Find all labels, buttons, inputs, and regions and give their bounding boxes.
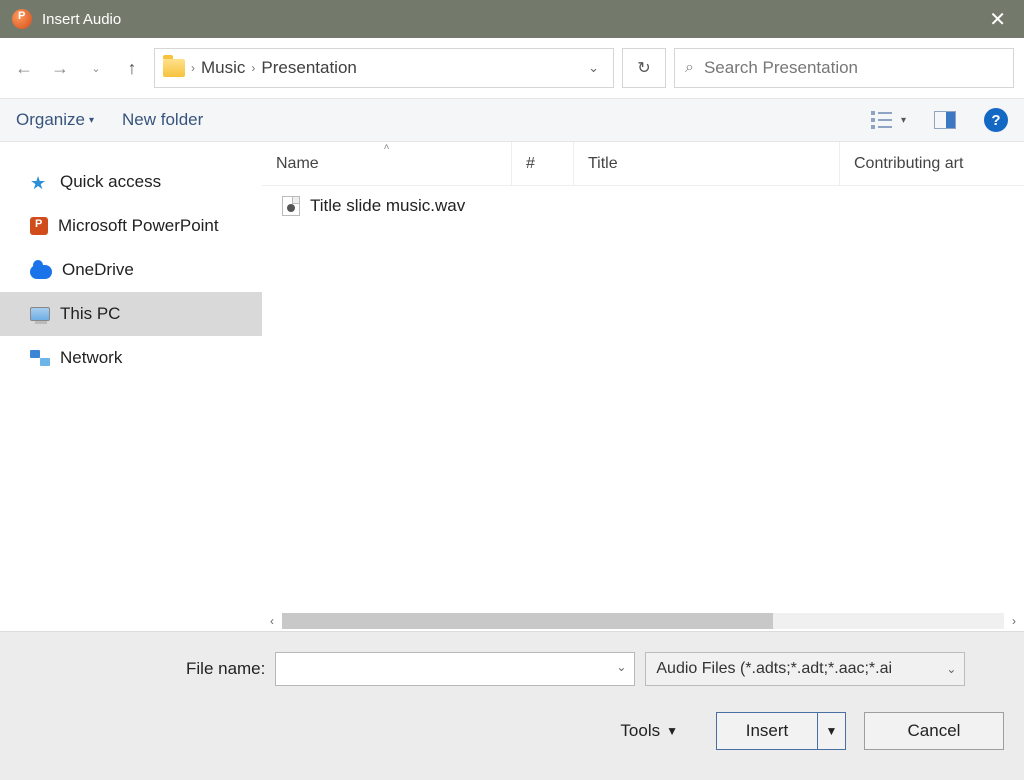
address-bar-row: ← → ⌄ ↑ › Music › Presentation ⌄ ↻ ⌕ Sea… [0, 38, 1024, 98]
up-button[interactable]: ↑ [118, 54, 146, 82]
column-label: # [526, 155, 535, 173]
breadcrumb-segment[interactable]: Music [201, 58, 245, 78]
scroll-left-icon[interactable]: ‹ [262, 614, 282, 628]
chevron-right-icon: › [251, 61, 255, 75]
insert-button[interactable]: Insert ▼ [716, 712, 846, 750]
chevron-down-icon: ▾ [89, 115, 94, 126]
insert-label: Insert [746, 721, 789, 741]
footer: File name: ⌄ Audio Files (*.adts;*.adt;*… [0, 632, 1024, 780]
tools-menu[interactable]: Tools ▼ [620, 721, 678, 741]
powerpoint-icon [30, 217, 48, 235]
scroll-thumb[interactable] [282, 613, 773, 629]
search-input[interactable]: ⌕ Search Presentation [674, 48, 1014, 88]
column-headers: ˄ Name # Title Contributing art [262, 142, 1024, 186]
folder-icon [163, 59, 185, 77]
window-title: Insert Audio [42, 11, 121, 28]
sidebar-item-label: This PC [60, 304, 120, 324]
file-type-label: Audio Files (*.adts;*.adt;*.aac;*.ai [656, 660, 892, 678]
sidebar-item-label: Microsoft PowerPoint [58, 216, 219, 236]
file-name-label: File name: [186, 659, 265, 679]
back-button[interactable]: ← [10, 54, 38, 82]
sidebar-item-this-pc[interactable]: This PC [0, 292, 262, 336]
column-label: Name [276, 155, 319, 173]
cancel-label: Cancel [908, 721, 961, 741]
column-label: Contributing art [854, 155, 963, 173]
chevron-down-icon[interactable]: ⌄ [616, 660, 626, 674]
file-name: Title slide music.wav [310, 196, 465, 216]
column-header-name[interactable]: ˄ Name [262, 142, 512, 185]
recent-locations-dropdown[interactable]: ⌄ [82, 54, 110, 82]
organize-menu[interactable]: Organize ▾ [16, 110, 94, 130]
file-list[interactable]: Title slide music.wav [262, 186, 1024, 611]
sidebar-item-network[interactable]: Network [0, 336, 262, 380]
chevron-down-icon: ▼ [666, 724, 678, 738]
file-type-filter[interactable]: Audio Files (*.adts;*.adt;*.aac;*.ai ⌄ [645, 652, 965, 686]
new-folder-button[interactable]: New folder [122, 110, 203, 130]
close-icon[interactable]: ✕ [983, 7, 1012, 32]
breadcrumb-segment[interactable]: Presentation [261, 58, 356, 78]
list-item[interactable]: Title slide music.wav [262, 186, 1024, 226]
chevron-down-icon: ▾ [901, 115, 906, 126]
toolbar: Organize ▾ New folder ▾ ? [0, 98, 1024, 142]
search-placeholder: Search Presentation [704, 58, 858, 78]
tools-label: Tools [620, 721, 660, 741]
refresh-button[interactable]: ↻ [622, 48, 666, 88]
sidebar-item-label: Network [60, 348, 122, 368]
chevron-down-icon: ⌄ [946, 662, 956, 676]
view-options-button[interactable]: ▾ [871, 111, 906, 129]
sidebar-item-label: Quick access [60, 172, 161, 192]
file-name-input[interactable]: ⌄ [275, 652, 635, 686]
monitor-icon [30, 307, 50, 321]
insert-split-dropdown[interactable]: ▼ [817, 713, 845, 749]
horizontal-scrollbar[interactable]: ‹ › [262, 611, 1024, 631]
network-icon [30, 350, 50, 366]
cancel-button[interactable]: Cancel [864, 712, 1004, 750]
sidebar-item-powerpoint[interactable]: Microsoft PowerPoint [0, 204, 262, 248]
star-icon: ★ [30, 173, 50, 191]
audio-file-icon [282, 196, 300, 216]
column-header-number[interactable]: # [512, 142, 574, 185]
main-area: ★ Quick access Microsoft PowerPoint OneD… [0, 142, 1024, 632]
sidebar-item-onedrive[interactable]: OneDrive [0, 248, 262, 292]
breadcrumb[interactable]: › Music › Presentation ⌄ [154, 48, 614, 88]
column-header-title[interactable]: Title [574, 142, 840, 185]
search-icon: ⌕ [685, 59, 694, 77]
column-label: Title [588, 155, 618, 173]
sidebar: ★ Quick access Microsoft PowerPoint OneD… [0, 142, 262, 631]
scroll-right-icon[interactable]: › [1004, 614, 1024, 628]
powerpoint-app-icon [12, 9, 32, 29]
column-header-contributing-artist[interactable]: Contributing art [840, 142, 1024, 185]
sidebar-item-quick-access[interactable]: ★ Quick access [0, 160, 262, 204]
preview-pane-button[interactable] [934, 111, 956, 129]
title-bar: Insert Audio ✕ [0, 0, 1024, 38]
file-pane: ˄ Name # Title Contributing art Title sl… [262, 142, 1024, 631]
chevron-down-icon[interactable]: ⌄ [588, 60, 605, 76]
sort-ascending-icon: ˄ [384, 142, 390, 153]
cloud-icon [30, 265, 52, 279]
forward-button[interactable]: → [46, 54, 74, 82]
help-button[interactable]: ? [984, 108, 1008, 132]
sidebar-item-label: OneDrive [62, 260, 134, 280]
organize-label: Organize [16, 110, 85, 130]
list-view-icon [871, 111, 893, 129]
chevron-right-icon: › [191, 61, 195, 75]
scroll-track[interactable] [282, 613, 1004, 629]
new-folder-label: New folder [122, 110, 203, 130]
